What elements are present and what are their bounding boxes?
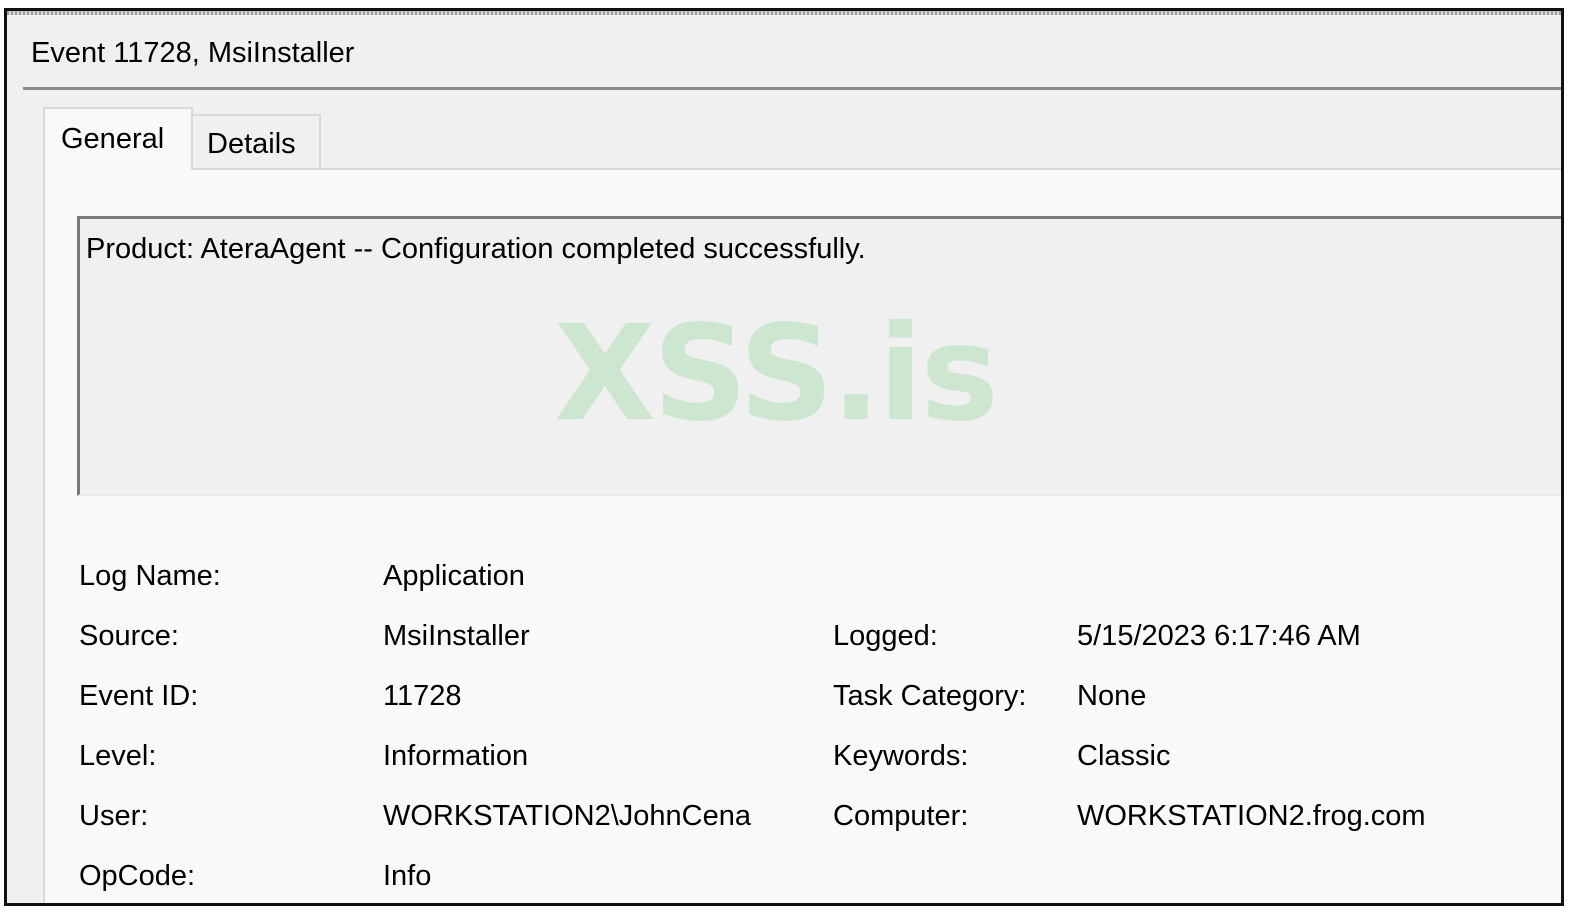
source-label: Source: bbox=[79, 620, 179, 652]
task-category-label: Task Category: bbox=[833, 680, 1027, 712]
event-description: Product: AteraAgent -- Configuration com… bbox=[86, 233, 866, 265]
opcode-value: Info bbox=[383, 860, 432, 892]
tab-strip: General Details bbox=[43, 107, 1561, 170]
event-properties-window: Event 11728, MsiInstaller General Detail… bbox=[4, 8, 1564, 906]
logged-label: Logged: bbox=[833, 620, 938, 652]
log-name-label: Log Name: bbox=[79, 560, 221, 592]
level-label: Level: bbox=[79, 740, 157, 772]
event-header: Event 11728, MsiInstaller bbox=[23, 17, 1561, 90]
computer-value: WORKSTATION2.frog.com bbox=[1077, 800, 1426, 832]
general-tab-panel: Product: AteraAgent -- Configuration com… bbox=[43, 168, 1561, 903]
tab-general-label: General bbox=[61, 123, 165, 155]
tab-details[interactable]: Details bbox=[193, 114, 321, 170]
keywords-label: Keywords: bbox=[833, 740, 969, 772]
opcode-label: OpCode: bbox=[79, 860, 196, 892]
event-id-value: 11728 bbox=[383, 680, 462, 712]
watermark: XSS.is bbox=[554, 297, 999, 451]
computer-label: Computer: bbox=[833, 800, 969, 832]
tab-details-label: Details bbox=[207, 128, 296, 160]
level-value: Information bbox=[383, 740, 529, 772]
event-description-box[interactable]: Product: AteraAgent -- Configuration com… bbox=[77, 216, 1561, 496]
log-name-value: Application bbox=[383, 560, 525, 592]
keywords-value: Classic bbox=[1077, 740, 1171, 772]
tab-general[interactable]: General bbox=[43, 107, 193, 170]
logged-value: 5/15/2023 6:17:46 AM bbox=[1077, 620, 1361, 652]
source-value: MsiInstaller bbox=[383, 620, 530, 652]
user-label: User: bbox=[79, 800, 149, 832]
event-title: Event 11728, MsiInstaller bbox=[31, 37, 355, 69]
user-value: WORKSTATION2\JohnCena bbox=[383, 800, 751, 832]
task-category-value: None bbox=[1077, 680, 1147, 712]
event-id-label: Event ID: bbox=[79, 680, 199, 712]
